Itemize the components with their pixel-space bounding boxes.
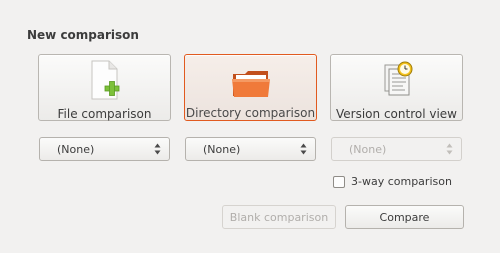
version-control-view-label: Version control view <box>336 107 457 121</box>
three-way-label: 3-way comparison <box>351 175 452 188</box>
directory-comparison-label: Directory comparison <box>185 106 316 120</box>
section-title: New comparison <box>27 28 139 42</box>
updown-arrows-icon <box>300 143 307 155</box>
file-select-value: (None) <box>57 142 95 156</box>
file-comparison-select[interactable]: (None) <box>39 137 170 161</box>
compare-button[interactable]: Compare <box>345 205 464 229</box>
updown-arrows-icon <box>446 143 453 155</box>
updown-arrows-icon <box>154 143 161 155</box>
file-comparison-label: File comparison <box>57 107 152 121</box>
version-control-icon <box>377 59 417 103</box>
three-way-comparison-option[interactable]: 3-way comparison <box>333 175 452 188</box>
version-control-select[interactable]: (None) <box>331 137 462 161</box>
folder-icon <box>230 59 272 102</box>
new-comparison-page: New comparison File comparison Directory… <box>0 0 500 253</box>
directory-comparison-select[interactable]: (None) <box>185 137 316 161</box>
blank-comparison-button[interactable]: Blank comparison <box>222 205 336 229</box>
vcs-select-value: (None) <box>349 142 387 156</box>
directory-select-value: (None) <box>203 142 241 156</box>
file-comparison-button[interactable]: File comparison <box>38 54 171 121</box>
three-way-checkbox[interactable] <box>333 175 345 188</box>
file-add-icon <box>87 59 123 103</box>
version-control-view-button[interactable]: Version control view <box>330 54 463 121</box>
directory-comparison-button[interactable]: Directory comparison <box>184 54 317 121</box>
